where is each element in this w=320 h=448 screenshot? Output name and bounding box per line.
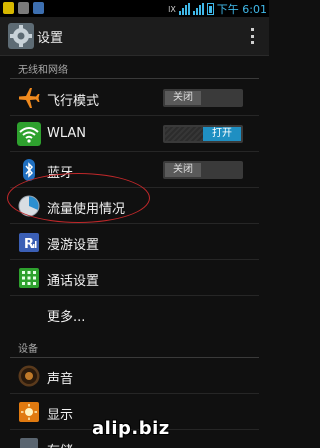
speaker-icon: [17, 364, 41, 388]
airplane-mode-toggle[interactable]: 关闭: [163, 89, 243, 107]
status-bar: lX 下午 6:01: [0, 0, 269, 17]
settings-item-wlan[interactable]: WLAN 打开: [0, 116, 269, 152]
toggle-state: 关闭: [165, 91, 201, 105]
battery-icon: [206, 3, 214, 15]
toggle-state: 关闭: [165, 163, 201, 177]
section-title: 设备: [18, 344, 38, 355]
action-bar: 设置: [0, 17, 269, 56]
svg-text:R: R: [24, 237, 34, 252]
signal-icon: [178, 3, 190, 15]
section-header-wireless: 无线和网络: [0, 57, 269, 81]
network-type-label: lX: [168, 4, 176, 14]
highlight-ring: [7, 173, 150, 223]
display-icon: [17, 400, 41, 424]
clock: 下午 6:01: [216, 3, 267, 16]
toggle-state: 打开: [203, 127, 241, 141]
wifi-icon: [17, 122, 41, 146]
call-settings-icon: [17, 266, 41, 290]
settings-item-label: 显示: [47, 408, 74, 423]
settings-item-label: 存储: [47, 440, 73, 448]
signal-icon: [192, 3, 204, 15]
airplane-icon: [17, 86, 41, 110]
settings-item-label: 飞行模式: [47, 94, 100, 109]
watermark: alip.biz: [92, 418, 170, 439]
section-title: 无线和网络: [18, 65, 68, 76]
settings-item-label: WLAN: [47, 126, 87, 141]
wlan-toggle[interactable]: 打开: [163, 125, 243, 143]
settings-item-more[interactable]: 更多...: [0, 296, 269, 332]
notification-icon: [33, 2, 44, 14]
storage-icon: [17, 436, 41, 448]
settings-item-label: 通话设置: [47, 274, 100, 289]
page-title: 设置: [37, 31, 64, 46]
settings-item-roaming[interactable]: R 漫游设置: [0, 224, 269, 260]
overflow-menu-icon[interactable]: [251, 28, 255, 44]
gear-icon: [8, 23, 34, 49]
settings-item-label: 漫游设置: [47, 238, 100, 253]
settings-item-sound[interactable]: 声音: [0, 358, 269, 394]
roaming-icon: R: [17, 230, 41, 254]
settings-item-label: 更多...: [47, 310, 86, 325]
notification-icon: [3, 2, 14, 14]
usb-icon: [18, 2, 29, 14]
section-header-device: 设备: [0, 336, 269, 360]
settings-item-label: 声音: [47, 372, 74, 387]
settings-item-airplane-mode[interactable]: 飞行模式 关闭: [0, 80, 269, 116]
bluetooth-toggle[interactable]: 关闭: [163, 161, 243, 179]
settings-item-call[interactable]: 通话设置: [0, 260, 269, 296]
divider: [10, 78, 259, 79]
